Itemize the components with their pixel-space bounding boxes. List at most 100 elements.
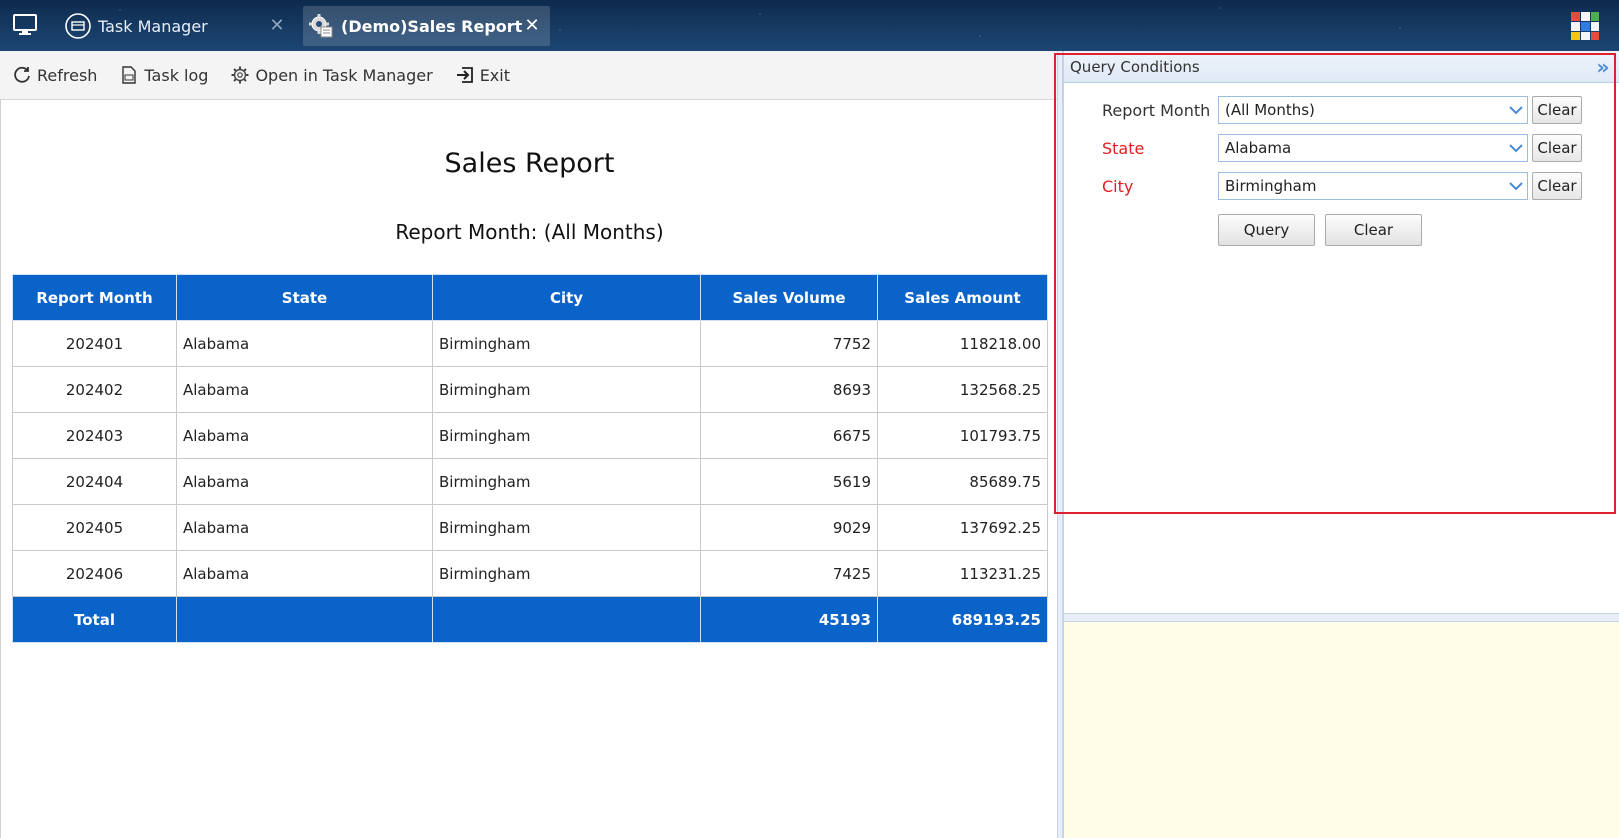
- cell-state: Alabama: [176, 366, 433, 413]
- report-title: Sales Report: [444, 148, 615, 179]
- task-log-label: Task log: [144, 65, 209, 85]
- city-value: Birmingham: [1225, 177, 1317, 195]
- column-header-city: City: [432, 274, 701, 321]
- column-header-report-month: Report Month: [12, 274, 177, 321]
- total-amount: 689193.25: [877, 596, 1048, 643]
- total-state: [176, 596, 433, 643]
- chevron-down-icon[interactable]: [1505, 173, 1527, 199]
- cell-amount: 101793.75: [877, 412, 1048, 459]
- cell-state: Alabama: [176, 504, 433, 551]
- cell-state: Alabama: [176, 550, 433, 597]
- app-logo-icon[interactable]: [1569, 10, 1601, 42]
- query-panel-header: Query Conditions »: [1064, 51, 1619, 83]
- chevron-down-icon[interactable]: [1505, 135, 1527, 161]
- query-row-state: State Alabama Clear: [1064, 133, 1619, 163]
- report-gear-icon: [309, 14, 333, 38]
- collapse-double-chevron-icon[interactable]: »: [1593, 57, 1613, 77]
- report-month-value: (All Months): [1225, 101, 1315, 119]
- state-clear-button[interactable]: Clear: [1532, 134, 1582, 162]
- tab-task-manager[interactable]: Task Manager ✕: [60, 6, 295, 46]
- cell-month: 202406: [12, 550, 177, 597]
- clear-all-button[interactable]: Clear: [1325, 214, 1422, 246]
- cell-city: Birmingham: [432, 366, 701, 413]
- cell-amount: 113231.25: [877, 550, 1048, 597]
- lower-panel-divider[interactable]: [1064, 614, 1619, 622]
- state-value: Alabama: [1225, 139, 1292, 157]
- cell-city: Birmingham: [432, 504, 701, 551]
- cell-volume: 6675: [700, 412, 878, 459]
- log-file-icon: [122, 66, 137, 84]
- query-button[interactable]: Query: [1218, 214, 1315, 246]
- report-month-select[interactable]: (All Months): [1218, 96, 1528, 124]
- cell-city: Birmingham: [432, 458, 701, 505]
- exit-icon: [456, 67, 473, 83]
- report-month-clear-button[interactable]: Clear: [1532, 96, 1582, 124]
- cell-month: 202404: [12, 458, 177, 505]
- table-header-row: Report Month State City Sales Volume Sal…: [12, 274, 1048, 321]
- state-label: State: [1102, 138, 1145, 158]
- column-header-sales-amount: Sales Amount: [877, 274, 1048, 321]
- cell-state: Alabama: [176, 458, 433, 505]
- top-tab-bar: Task Manager ✕ (Demo)Sales Report... ✕: [0, 0, 1619, 51]
- table-row: 202403 Alabama Birmingham 6675 101793.75: [12, 412, 1048, 459]
- cell-amount: 137692.25: [877, 504, 1048, 551]
- cell-volume: 5619: [700, 458, 878, 505]
- cell-volume: 7425: [700, 550, 878, 597]
- column-header-sales-volume: Sales Volume: [700, 274, 878, 321]
- tab-sales-report[interactable]: (Demo)Sales Report... ✕: [303, 6, 550, 46]
- task-log-button[interactable]: Task log: [119, 65, 208, 85]
- close-icon[interactable]: ✕: [522, 16, 542, 36]
- cell-amount: 118218.00: [877, 320, 1048, 367]
- gear-icon: [231, 66, 249, 84]
- table-row: 202405 Alabama Birmingham 9029 137692.25: [12, 504, 1048, 551]
- total-label: Total: [12, 596, 177, 643]
- query-conditions-panel: Query Conditions » Report Month (All Mon…: [1063, 51, 1619, 613]
- refresh-label: Refresh: [37, 65, 98, 85]
- tab-label: (Demo)Sales Report...: [341, 16, 522, 36]
- task-manager-icon: [65, 13, 91, 39]
- cell-month: 202403: [12, 412, 177, 459]
- cell-state: Alabama: [176, 320, 433, 367]
- open-in-task-manager-button[interactable]: Open in Task Manager: [230, 65, 433, 85]
- city-label: City: [1102, 176, 1134, 196]
- cell-month: 202405: [12, 504, 177, 551]
- report-area: Sales Report Report Month: (All Months) …: [0, 100, 1057, 838]
- table-row: 202406 Alabama Birmingham 7425 113231.25: [12, 550, 1048, 597]
- column-header-state: State: [176, 274, 433, 321]
- total-volume: 45193: [700, 596, 878, 643]
- total-city: [432, 596, 701, 643]
- exit-button[interactable]: Exit: [455, 65, 510, 85]
- cell-city: Birmingham: [432, 550, 701, 597]
- cell-volume: 9029: [700, 504, 878, 551]
- cell-city: Birmingham: [432, 320, 701, 367]
- lower-panel: [1063, 613, 1619, 838]
- desktop-icon[interactable]: [12, 12, 38, 38]
- table-row: 202404 Alabama Birmingham 5619 85689.75: [12, 458, 1048, 505]
- query-row-report-month: Report Month (All Months) Clear: [1064, 95, 1619, 125]
- city-clear-button[interactable]: Clear: [1532, 172, 1582, 200]
- chevron-down-icon[interactable]: [1505, 97, 1527, 123]
- cell-volume: 8693: [700, 366, 878, 413]
- exit-label: Exit: [479, 65, 510, 85]
- report-subtitle: Report Month: (All Months): [395, 220, 664, 244]
- refresh-icon: [14, 66, 30, 83]
- cell-volume: 7752: [700, 320, 878, 367]
- cell-month: 202401: [12, 320, 177, 367]
- query-row-city: City Birmingham Clear: [1064, 171, 1619, 201]
- table-row: 202402 Alabama Birmingham 8693 132568.25: [12, 366, 1048, 413]
- cell-month: 202402: [12, 366, 177, 413]
- table-total-row: Total 45193 689193.25: [12, 596, 1048, 643]
- state-select[interactable]: Alabama: [1218, 134, 1528, 162]
- cell-state: Alabama: [176, 412, 433, 459]
- lower-panel-body: [1064, 622, 1619, 838]
- city-select[interactable]: Birmingham: [1218, 172, 1528, 200]
- report-month-label: Report Month: [1102, 100, 1211, 120]
- table-row: 202401 Alabama Birmingham 7752 118218.00: [12, 320, 1048, 367]
- cell-city: Birmingham: [432, 412, 701, 459]
- query-panel-title: Query Conditions: [1070, 57, 1200, 76]
- sales-table: Report Month State City Sales Volume Sal…: [12, 274, 1048, 643]
- report-toolbar: Refresh Task log Open in Task Manager Ex…: [0, 51, 1057, 100]
- refresh-button[interactable]: Refresh: [12, 65, 97, 85]
- open-in-task-manager-label: Open in Task Manager: [255, 65, 433, 85]
- close-icon[interactable]: ✕: [267, 16, 287, 36]
